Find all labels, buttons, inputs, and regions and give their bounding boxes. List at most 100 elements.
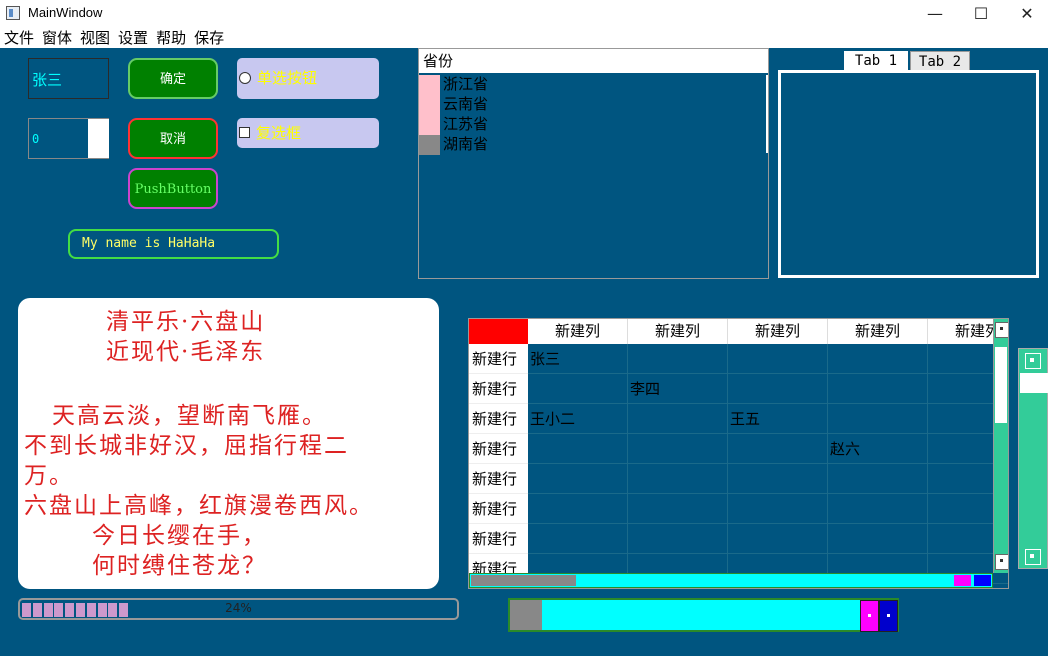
poem-line: 万。 — [24, 463, 74, 489]
push-button[interactable]: PushButton — [128, 168, 218, 209]
row-header[interactable]: 新建行 — [469, 524, 528, 554]
checkbox[interactable]: 复选框 — [237, 118, 379, 148]
minimize-button[interactable]: — — [912, 0, 958, 28]
list-item[interactable]: 浙江省 — [419, 75, 768, 95]
table-cell[interactable] — [628, 434, 728, 464]
table-cell[interactable] — [528, 464, 628, 494]
scroll-left-button[interactable] — [954, 575, 971, 586]
scroll-handle[interactable] — [471, 575, 576, 586]
checkbox-indicator[interactable] — [239, 127, 250, 138]
table-cell[interactable] — [728, 374, 828, 404]
poem-title: 清平乐·六盘山 — [106, 309, 266, 335]
list-item[interactable]: 湖南省 — [419, 135, 768, 155]
menu-file[interactable]: 文件 — [0, 28, 38, 48]
list-header[interactable]: 省份 — [419, 49, 768, 73]
table-cell[interactable]: 赵六 — [828, 434, 928, 464]
table-cell[interactable] — [628, 404, 728, 434]
table-cell[interactable] — [728, 434, 828, 464]
window-title: MainWindow — [28, 5, 103, 20]
table-cell[interactable] — [728, 344, 828, 374]
cancel-button[interactable]: 取消 — [128, 118, 218, 159]
table-cell[interactable]: 王五 — [728, 404, 828, 434]
table-horizontal-scrollbar[interactable] — [469, 573, 993, 588]
row-header[interactable]: 新建行 — [469, 404, 528, 434]
table-corner-button[interactable] — [469, 319, 528, 344]
column-header[interactable]: 新建列 — [628, 319, 728, 344]
table-cell[interactable] — [828, 494, 928, 524]
row-header[interactable]: 新建行 — [469, 434, 528, 464]
list-item[interactable]: 云南省 — [419, 95, 768, 115]
radio-button[interactable]: 单选按钮 — [237, 58, 379, 99]
list-item[interactable]: 江苏省 — [419, 115, 768, 135]
table-vertical-scrollbar[interactable] — [993, 319, 1008, 573]
column-header[interactable]: 新建列 — [528, 319, 628, 344]
menu-save[interactable]: 保存 — [190, 28, 228, 48]
scroll-handle[interactable] — [510, 600, 542, 630]
poem-line: 六盘山上高峰，红旗漫卷西风。 — [24, 493, 374, 519]
table-cell[interactable] — [728, 524, 828, 554]
menu-help[interactable]: 帮助 — [152, 28, 190, 48]
column-header[interactable]: 新建列 — [828, 319, 928, 344]
menu-view[interactable]: 视图 — [76, 28, 114, 48]
spin-box[interactable]: 0 — [28, 118, 109, 159]
spin-buttons[interactable] — [88, 119, 109, 158]
close-button[interactable]: ✕ — [1004, 0, 1048, 28]
scroll-handle[interactable] — [995, 347, 1007, 423]
row-header[interactable]: 新建行 — [469, 344, 528, 374]
ok-button[interactable]: 确定 — [128, 58, 218, 99]
table-cell[interactable] — [528, 524, 628, 554]
row-header[interactable]: 新建行 — [469, 464, 528, 494]
table-cell[interactable] — [528, 434, 628, 464]
table-cell[interactable] — [828, 344, 928, 374]
table-cell[interactable] — [828, 464, 928, 494]
table-cell[interactable] — [828, 524, 928, 554]
name-label: My name is HaHaHa — [68, 229, 279, 259]
progress-text: 24% — [225, 601, 252, 615]
menu-settings[interactable]: 设置 — [114, 28, 152, 48]
scroll-up-button[interactable] — [995, 322, 1008, 338]
table-cell[interactable] — [628, 494, 728, 524]
radio-indicator[interactable] — [239, 72, 251, 84]
list-item-label: 江苏省 — [443, 115, 489, 133]
table-cell[interactable] — [828, 374, 928, 404]
table-cell[interactable]: 张三 — [528, 344, 628, 374]
table-cell[interactable] — [528, 494, 628, 524]
poem-line: 天高云淡，望断南飞雁。 — [52, 403, 327, 429]
table-cell[interactable] — [628, 464, 728, 494]
list-item-label: 湖南省 — [443, 135, 489, 153]
menu-window[interactable]: 窗体 — [38, 28, 76, 48]
tab-2[interactable]: Tab 2 — [910, 51, 970, 71]
scroll-down-button[interactable] — [1025, 549, 1041, 565]
table-cell[interactable] — [728, 494, 828, 524]
table-cell[interactable] — [828, 404, 928, 434]
poem-line: 不到长城非好汉，屈指行程二 — [24, 433, 349, 459]
data-table[interactable]: 新建列 新建列 新建列 新建列 新建列 新建行 张三 新建行 李四 新建行 王小二 王五 新建行 赵六 新建… — [468, 318, 1009, 589]
scroll-left-button[interactable] — [860, 600, 879, 632]
name-input[interactable]: 张三 — [28, 58, 109, 99]
row-header[interactable]: 新建行 — [469, 494, 528, 524]
scroll-right-button[interactable] — [974, 575, 991, 586]
list-item-label: 云南省 — [443, 95, 489, 113]
horizontal-scrollbar[interactable] — [508, 598, 899, 632]
province-list[interactable]: 省份 浙江省 云南省 江苏省 湖南省 — [418, 48, 769, 279]
spin-value: 0 — [32, 132, 40, 146]
scroll-down-button[interactable] — [995, 554, 1008, 570]
table-cell[interactable] — [528, 374, 628, 404]
checkbox-label: 复选框 — [256, 124, 302, 142]
scroll-up-button[interactable] — [1025, 353, 1041, 369]
table-cell[interactable]: 王小二 — [528, 404, 628, 434]
tab-1[interactable]: Tab 1 — [844, 51, 908, 71]
column-header[interactable]: 新建列 — [728, 319, 828, 344]
scroll-handle[interactable] — [1020, 373, 1048, 393]
row-header[interactable]: 新建行 — [469, 374, 528, 404]
radio-label: 单选按钮 — [257, 69, 318, 87]
table-cell[interactable]: 李四 — [628, 374, 728, 404]
poem-text-box[interactable]: 清平乐·六盘山 近现代·毛泽东 天高云淡，望断南飞雁。 不到长城非好汉，屈指行程… — [18, 298, 439, 589]
vertical-scrollbar[interactable] — [1018, 348, 1048, 569]
table-cell[interactable] — [628, 524, 728, 554]
table-cell[interactable] — [628, 344, 728, 374]
table-cell[interactable] — [728, 464, 828, 494]
scroll-right-button[interactable] — [879, 600, 898, 632]
maximize-button[interactable]: ☐ — [958, 0, 1004, 28]
menu-bar: 文件 窗体 视图 设置 帮助 保存 — [0, 28, 1048, 48]
